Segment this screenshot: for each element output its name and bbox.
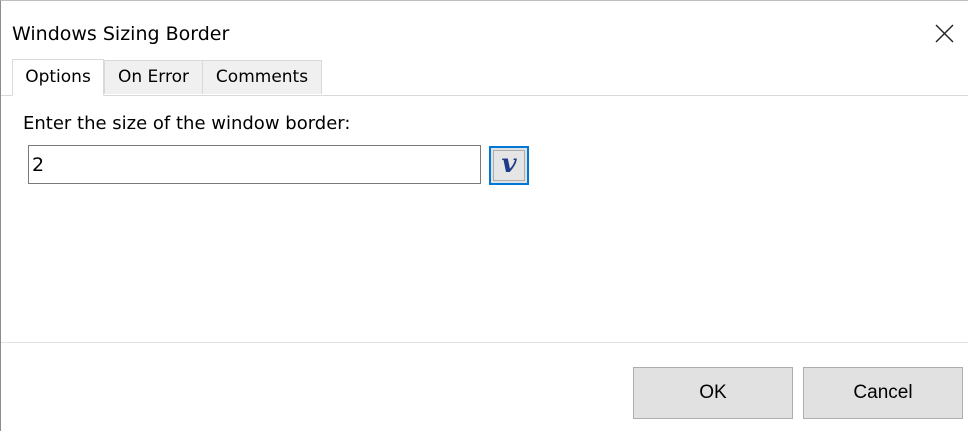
tab-options[interactable]: Options	[12, 59, 104, 96]
tab-strip: Options On Error Comments	[12, 59, 968, 96]
border-size-input[interactable]	[28, 145, 481, 184]
tab-on-error[interactable]: On Error	[104, 60, 203, 94]
close-button[interactable]	[925, 15, 963, 53]
title-bar: Windows Sizing Border	[1, 1, 968, 57]
variable-icon: v	[501, 149, 517, 179]
windows-sizing-border-dialog: Windows Sizing Border Options On Error C…	[0, 0, 968, 431]
close-icon	[935, 24, 954, 43]
insert-variable-button[interactable]: v	[489, 146, 529, 185]
tab-comments[interactable]: Comments	[202, 60, 322, 94]
cancel-button[interactable]: Cancel	[803, 367, 963, 419]
footer-separator	[1, 342, 968, 343]
dialog-title: Windows Sizing Border	[12, 23, 230, 45]
ok-button[interactable]: OK	[633, 367, 793, 419]
border-size-label: Enter the size of the window border:	[23, 113, 351, 134]
